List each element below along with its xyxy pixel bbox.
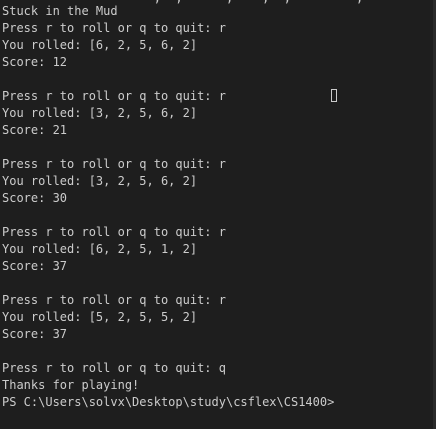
terminal-line-score: Score: 37	[2, 259, 68, 273]
terminal-line-roll: You rolled: [3, 2, 5, 6, 2]	[2, 106, 198, 120]
terminal-line-roll: You rolled: [3, 2, 5, 6, 2]	[2, 174, 198, 188]
terminal-line-score: Score: 30	[2, 191, 68, 205]
terminal-line-roll: You rolled: [5, 2, 5, 5, 2]	[2, 310, 198, 324]
terminal-line-prompt: Press r to roll or q to quit: r	[2, 89, 226, 103]
terminal-line-prompt: Press r to roll or q to quit: q	[2, 361, 226, 375]
terminal-line-prompt: Press r to roll or q to quit: r	[2, 293, 226, 307]
text-cursor-icon	[331, 89, 337, 102]
terminal-line-roll: You rolled: [6, 2, 5, 6, 2]	[2, 38, 198, 52]
terminal-line-prompt: Press r to roll or q to quit: r	[2, 21, 226, 35]
shell-prompt[interactable]: PS C:\Users\solvx\Desktop\study\csflex\C…	[2, 394, 334, 411]
terminal-line-roll: You rolled: [6, 2, 5, 1, 2]	[2, 242, 198, 256]
terminal-line-prompt: Press r to roll or q to quit: r	[2, 157, 226, 171]
terminal-line-thanks: Thanks for playing!	[2, 378, 140, 392]
terminal-line-score: Score: 12	[2, 55, 68, 69]
terminal-panel[interactable]: , , , , , , Stuck in the Mud Press r to …	[0, 0, 436, 429]
terminal-line-title: Stuck in the Mud	[2, 4, 118, 18]
terminal-line-prompt: Press r to roll or q to quit: r	[2, 225, 226, 239]
terminal-line-score: Score: 21	[2, 123, 68, 137]
terminal-line-score: Score: 37	[2, 327, 68, 341]
